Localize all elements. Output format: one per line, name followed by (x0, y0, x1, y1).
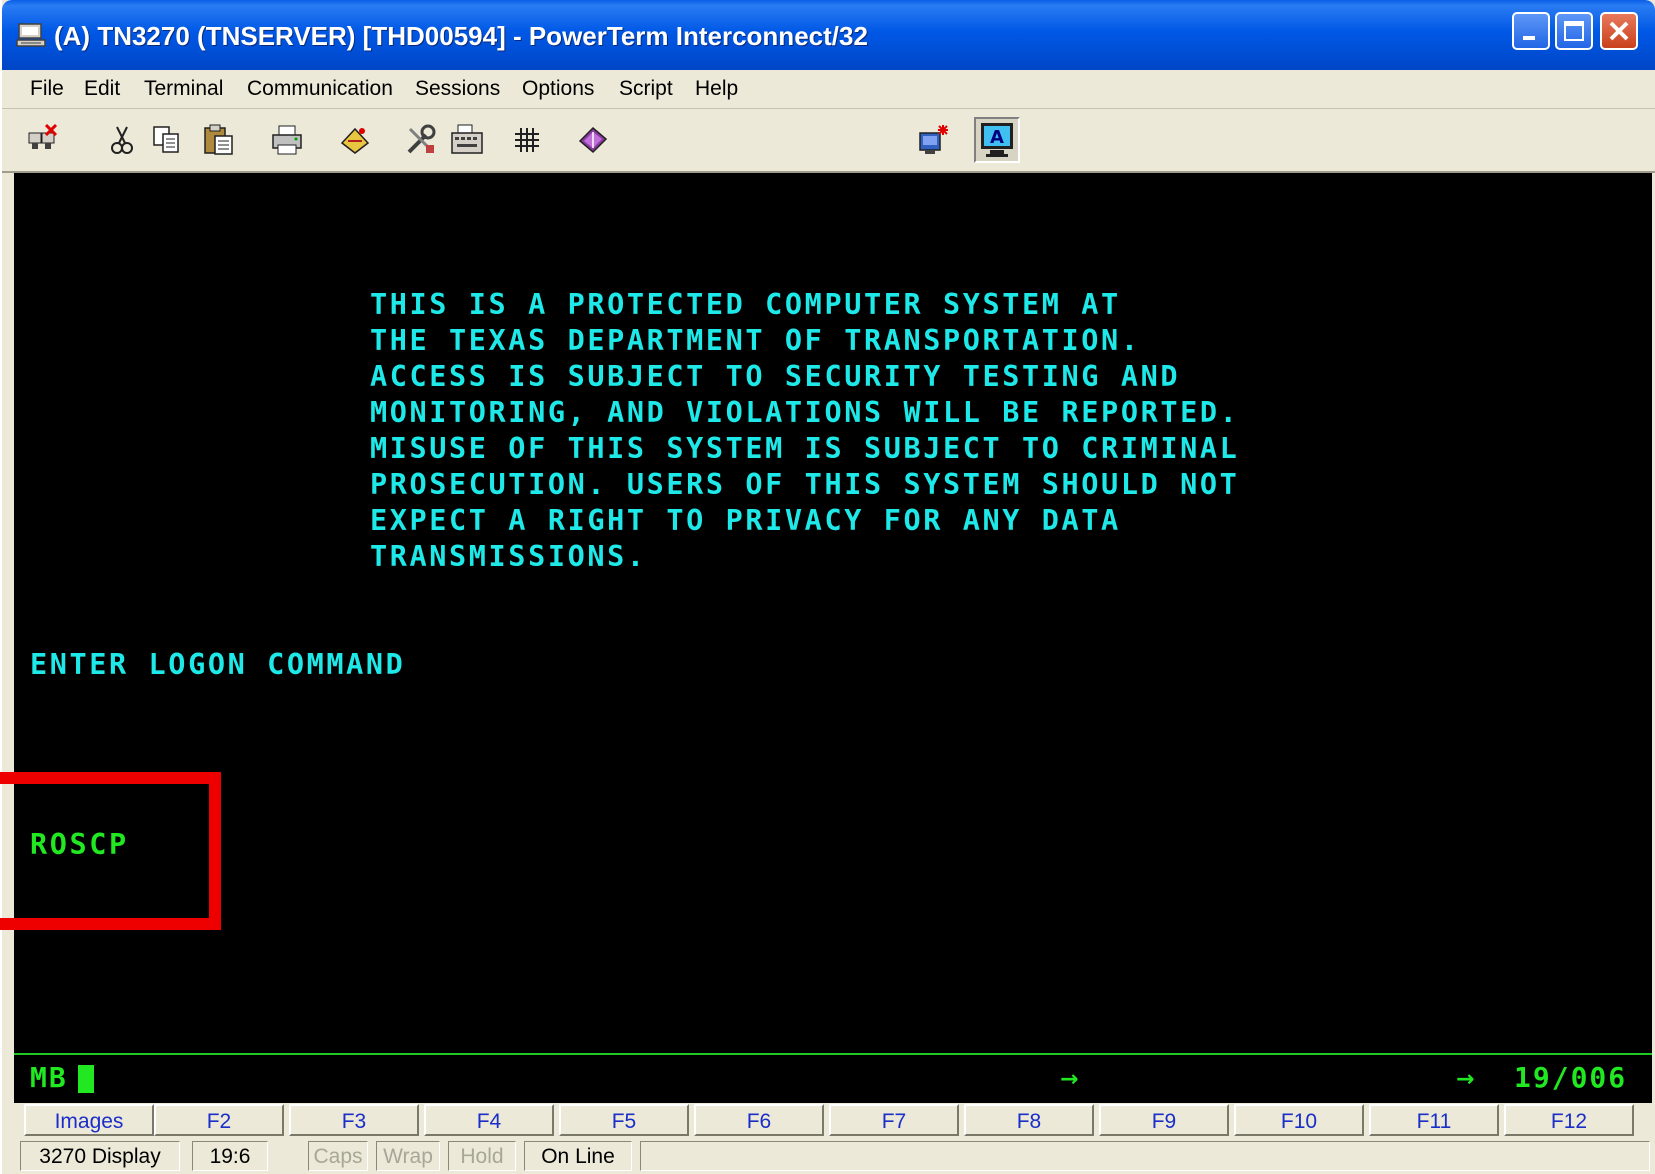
cut-icon[interactable] (105, 123, 139, 157)
svg-text:A: A (990, 127, 1004, 148)
macro-icon[interactable] (338, 123, 372, 157)
fkey-f6[interactable]: F6 (694, 1104, 824, 1136)
command-input[interactable]: ROSCP (30, 828, 129, 861)
function-key-bar: Images F2 F3 F4 F5 F6 F7 F8 F9 F10 F11 F… (14, 1103, 1652, 1137)
status-caps: Caps (308, 1141, 368, 1171)
menu-bar: File Edit Terminal Communication Session… (2, 70, 1655, 109)
fkey-f4[interactable]: F4 (424, 1104, 554, 1136)
print-icon[interactable] (270, 123, 304, 157)
close-button[interactable] (1600, 12, 1638, 50)
status-hold: Hold (448, 1141, 516, 1171)
fkey-f10[interactable]: F10 (1234, 1104, 1364, 1136)
settings-icon[interactable] (404, 123, 438, 157)
display-icon: A (981, 123, 1013, 157)
banner-line: TRANSMISSIONS. (370, 540, 647, 573)
menu-terminal[interactable]: Terminal (144, 70, 223, 108)
banner-line: MONITORING, AND VIOLATIONS WILL BE REPOR… (370, 396, 1240, 429)
banner-line: EXPECT A RIGHT TO PRIVACY FOR ANY DATA (370, 504, 1121, 537)
close-icon (1609, 21, 1629, 41)
menu-sessions[interactable]: Sessions (415, 70, 500, 108)
status-message (640, 1141, 1650, 1171)
book-icon[interactable] (576, 123, 610, 157)
minimize-button[interactable] (1512, 12, 1550, 50)
menu-file[interactable]: File (30, 70, 64, 108)
cursor-block (78, 1065, 94, 1093)
cursor-position: 19/006 (1514, 1061, 1628, 1094)
copy-icon[interactable] (150, 123, 184, 157)
fkey-f11[interactable]: F11 (1369, 1104, 1499, 1136)
terminal-screen[interactable]: THIS IS A PROTECTED COMPUTER SYSTEM AT T… (14, 173, 1652, 1055)
banner-line: THE TEXAS DEPARTMENT OF TRANSPORTATION. (370, 324, 1141, 357)
arrow-icon: → (1456, 1067, 1475, 1092)
window-title: (A) TN3270 (TNSERVER) [THD00594] - Power… (54, 21, 868, 51)
fkey-f3[interactable]: F3 (289, 1104, 419, 1136)
maximize-button[interactable] (1555, 12, 1593, 50)
fkey-f2[interactable]: F2 (154, 1104, 284, 1136)
fkey-f7[interactable]: F7 (829, 1104, 959, 1136)
banner-line: THIS IS A PROTECTED COMPUTER SYSTEM AT (370, 288, 1121, 321)
menu-help[interactable]: Help (695, 70, 738, 108)
menu-options[interactable]: Options (522, 70, 594, 108)
fkey-f12[interactable]: F12 (1504, 1104, 1634, 1136)
status-bar: 3270 Display 19:6 Caps Wrap Hold On Line (2, 1138, 1655, 1174)
toolbar: A (2, 109, 1655, 173)
status-wrap: Wrap (376, 1141, 440, 1171)
banner-line: ACCESS IS SUBJECT TO SECURITY TESTING AN… (370, 360, 1181, 393)
disconnect-icon[interactable] (26, 123, 60, 157)
title-bar[interactable]: (A) TN3270 (TNSERVER) [THD00594] - Power… (2, 0, 1655, 70)
logon-prompt: ENTER LOGON COMMAND (30, 648, 406, 681)
keyboard-icon[interactable] (450, 123, 484, 157)
arrow-icon: → (1060, 1067, 1079, 1092)
message-indicator: MB (30, 1061, 68, 1094)
fkey-f9[interactable]: F9 (1099, 1104, 1229, 1136)
terminal-app-icon[interactable] (16, 22, 46, 48)
menu-script[interactable]: Script (619, 70, 673, 108)
maximize-icon (1564, 21, 1584, 41)
minimize-icon (1523, 36, 1535, 40)
operator-info-area: MB → → 19/006 (14, 1055, 1652, 1103)
menu-communication[interactable]: Communication (247, 70, 393, 108)
banner-line: MISUSE OF THIS SYSTEM IS SUBJECT TO CRIM… (370, 432, 1240, 465)
status-position: 19:6 (192, 1141, 268, 1171)
fkey-images[interactable]: Images (24, 1104, 154, 1136)
paste-icon[interactable] (202, 123, 236, 157)
menu-edit[interactable]: Edit (84, 70, 120, 108)
new-session-icon[interactable] (917, 123, 951, 157)
grid-icon[interactable] (510, 123, 544, 157)
fkey-f5[interactable]: F5 (559, 1104, 689, 1136)
fkey-f8[interactable]: F8 (964, 1104, 1094, 1136)
app-window: (A) TN3270 (TNSERVER) [THD00594] - Power… (2, 0, 1655, 1174)
display-toggle-button[interactable]: A (974, 117, 1020, 163)
banner-line: PROSECUTION. USERS OF THIS SYSTEM SHOULD… (370, 468, 1240, 501)
status-mode: 3270 Display (20, 1141, 180, 1171)
status-connection: On Line (524, 1141, 632, 1171)
